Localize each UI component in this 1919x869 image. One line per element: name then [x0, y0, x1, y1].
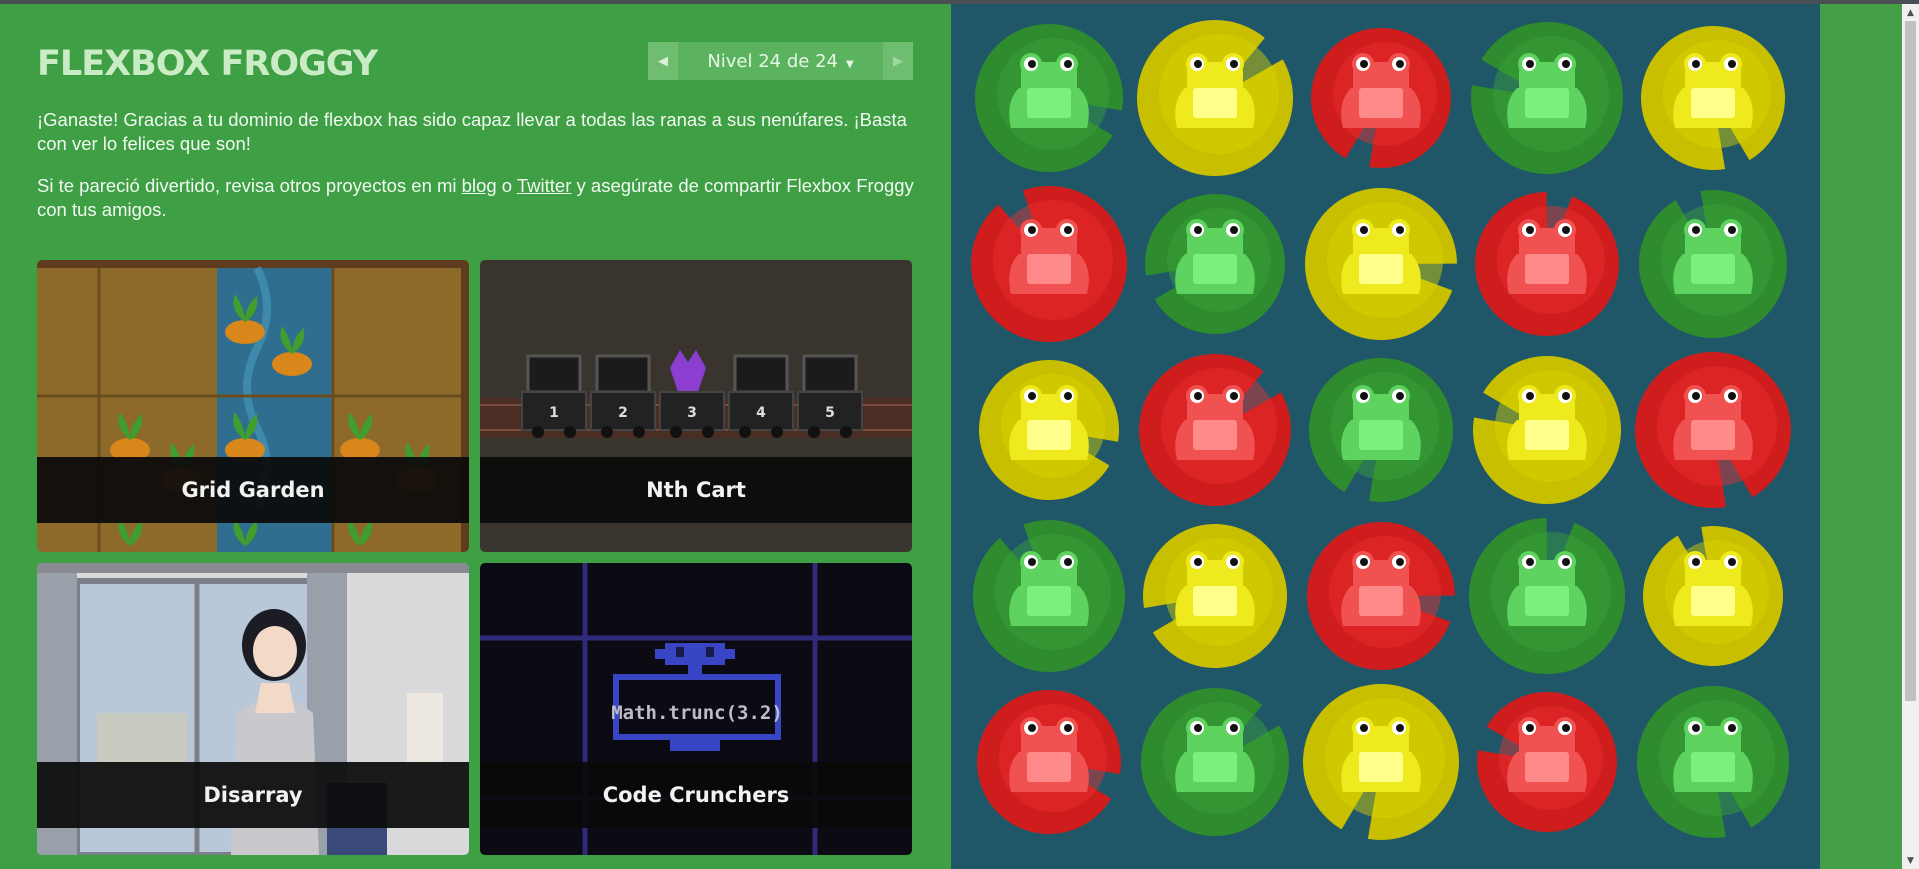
frog-red-icon [1009, 219, 1089, 294]
frog-green-icon [1673, 219, 1753, 294]
project-card-code-crunchers[interactable]: Math.trunc(3.2) Code Crunchers [480, 563, 912, 855]
twitter-link[interactable]: Twitter [517, 175, 571, 196]
cart-number: 4 [756, 405, 766, 421]
frog-red-icon [1341, 551, 1421, 626]
lily-pad-yellow [1641, 25, 1785, 170]
frog-yellow-icon [1341, 717, 1421, 792]
arrow-left-icon: ◀ [658, 53, 668, 69]
arrow-right-icon: ▶ [893, 53, 903, 69]
lily-pad-yellow [1143, 524, 1287, 668]
app-title: FLEXBOX FROGGY [37, 44, 378, 84]
frog-yellow-icon [1009, 385, 1089, 460]
pond-board [951, 4, 1820, 869]
frog-green-icon [1009, 551, 1089, 626]
project-card-disarray[interactable]: Disarray [37, 563, 469, 855]
caret-down-icon: ▼ [845, 58, 854, 70]
vertical-scrollbar[interactable]: ▲ ▼ [1902, 4, 1919, 869]
blog-link[interactable]: blog [462, 175, 497, 196]
lily-pad-green [1469, 518, 1625, 674]
cart-number: 2 [618, 405, 628, 421]
lily-pad-red [1477, 692, 1617, 832]
frog-green-icon [1341, 385, 1421, 460]
frog-yellow-icon [1673, 551, 1753, 626]
frog-yellow-icon [1341, 219, 1421, 294]
code-expression: Math.trunc(3.2) [611, 702, 783, 724]
scroll-thumb[interactable] [1905, 21, 1916, 701]
frog-green-icon [1673, 717, 1753, 792]
level-indicator-label: Nivel 24 de 24 [707, 50, 838, 72]
frog-green-icon [1175, 219, 1255, 294]
project-card-nth-cart[interactable]: 1 2 3 4 5 Nth Cart [480, 260, 912, 552]
project-card-grid-garden[interactable]: Grid Garden [37, 260, 469, 552]
lily-pad-red [1139, 354, 1291, 506]
lily-pad-green [1639, 190, 1787, 338]
project-card-title: Disarray [37, 762, 469, 828]
frog-green-icon [1175, 717, 1255, 792]
frog-green-icon [1507, 551, 1587, 626]
lily-pad-green [1145, 194, 1285, 334]
frog-red-icon [1009, 717, 1089, 792]
frog-red-icon [1507, 219, 1587, 294]
lily-pad-yellow [1643, 526, 1783, 666]
cart-number: 3 [687, 405, 697, 421]
project-card-title: Grid Garden [37, 457, 469, 523]
lily-pad-green [1637, 686, 1789, 838]
cart-number: 1 [549, 405, 559, 421]
frog-yellow-icon [1673, 53, 1753, 128]
level-indicator[interactable]: Nivel 24 de 24 ▼ [678, 51, 883, 72]
frog-red-icon [1507, 717, 1587, 792]
cart-icons [521, 350, 863, 438]
lily-pad-red [1635, 352, 1791, 508]
lily-pad-yellow [1303, 684, 1459, 840]
frog-red-icon [1341, 53, 1421, 128]
share-text-mid: o [496, 175, 517, 196]
lily-pad-yellow [979, 359, 1119, 500]
frog-red-icon [1673, 385, 1753, 460]
lily-pad-yellow [1473, 356, 1621, 504]
lily-pad-green [975, 24, 1123, 173]
lily-pad-red [1311, 28, 1451, 168]
lily-pad-green [973, 520, 1125, 672]
lily-pad-red [1475, 192, 1619, 336]
scroll-up-icon[interactable]: ▲ [1902, 4, 1919, 21]
page-margin [1820, 4, 1902, 869]
lily-pad-red [971, 186, 1127, 342]
lily-pad-green [1309, 358, 1453, 502]
frog-green-icon [1009, 53, 1089, 128]
lily-pad-green [1471, 21, 1623, 174]
lily-pad-red [1307, 522, 1455, 670]
level-navigation: ◀ Nivel 24 de 24 ▼ ▶ [648, 42, 913, 80]
cart-number: 5 [825, 405, 835, 421]
frog-red-icon [1175, 385, 1255, 460]
share-message: Si te pareció divertido, revisa otros pr… [37, 174, 917, 222]
scroll-down-icon[interactable]: ▼ [1902, 852, 1919, 869]
project-card-title: Nth Cart [480, 457, 912, 523]
share-text-start: Si te pareció divertido, revisa otros pr… [37, 175, 462, 196]
frog-yellow-icon [1507, 385, 1587, 460]
previous-level-button[interactable]: ◀ [648, 42, 678, 80]
project-card-title: Code Crunchers [480, 762, 912, 828]
win-message: ¡Ganaste! Gracias a tu dominio de flexbo… [37, 109, 907, 154]
lily-pad-yellow [1137, 20, 1293, 177]
lily-pad-yellow [1305, 187, 1457, 340]
frog-green-icon [1507, 53, 1587, 128]
frog-yellow-icon [1175, 53, 1255, 128]
lily-pad-green [1141, 688, 1289, 836]
frog-yellow-icon [1175, 551, 1255, 626]
instructions-panel: FLEXBOX FROGGY ◀ Nivel 24 de 24 ▼ ▶ ¡Gana… [0, 4, 950, 869]
next-level-button[interactable]: ▶ [883, 42, 913, 80]
lily-pad-red [977, 690, 1121, 834]
